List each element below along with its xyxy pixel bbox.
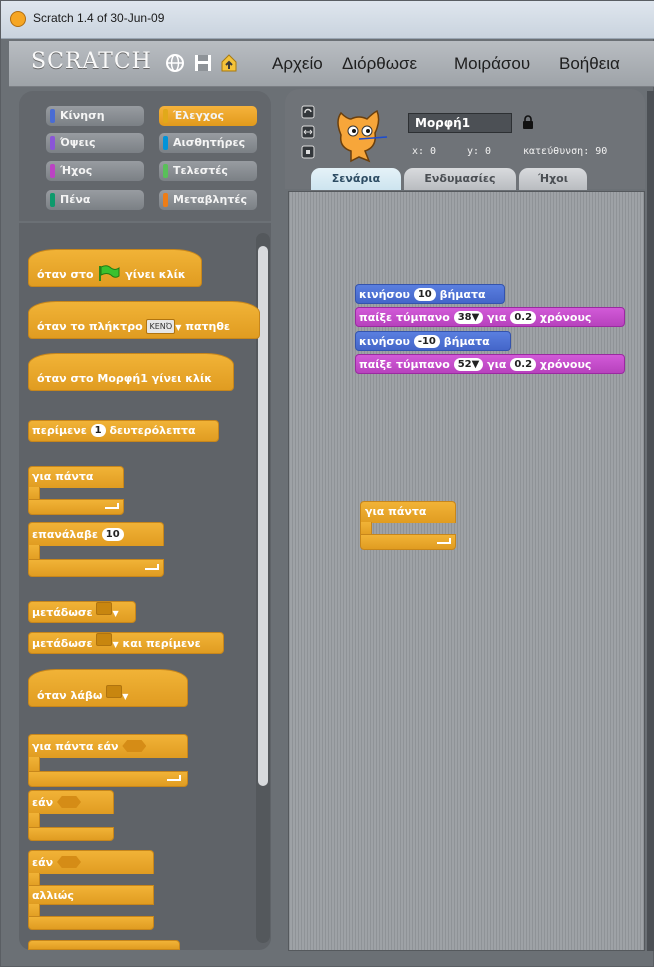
tab-sounds[interactable]: Ήχοι xyxy=(519,168,587,190)
script-forever-block[interactable]: για πάντα xyxy=(360,501,456,523)
sprite-x: x: 0 xyxy=(412,146,437,157)
loop-arrow-icon xyxy=(145,564,159,570)
block-repeat-bottom xyxy=(28,559,164,577)
menu-file[interactable]: Αρχείο xyxy=(272,54,323,74)
move-steps-input[interactable]: 10 xyxy=(413,288,436,301)
category-sound[interactable]: Ήχος xyxy=(46,161,144,181)
block-forever-bottom xyxy=(28,499,124,515)
script-forever-bottom xyxy=(360,534,456,550)
beats-input[interactable]: 0.2 xyxy=(510,311,537,324)
beats-input[interactable]: 0.2 xyxy=(510,358,537,371)
save-icon[interactable] xyxy=(193,53,213,73)
block-wait[interactable]: περίμενε 1 δευτερόλεπτα xyxy=(28,420,219,442)
block-broadcast-and-wait[interactable]: μετάδωσε ▼ και περίμενε xyxy=(28,632,224,654)
category-motion[interactable]: Κίνηση xyxy=(46,106,144,126)
broadcast-wait-dropdown[interactable] xyxy=(96,633,113,646)
repeat-input[interactable]: 10 xyxy=(101,528,124,541)
script-move-block[interactable]: κινήσου -10 βήματα xyxy=(355,331,511,351)
category-pen[interactable]: Πένα xyxy=(46,190,144,210)
block-when-flag-clicked[interactable]: όταν στο γίνει κλίκ xyxy=(28,249,202,287)
category-control[interactable]: Έλεγχος xyxy=(159,106,257,126)
scripts-area[interactable] xyxy=(288,191,645,951)
move-steps-input[interactable]: -10 xyxy=(413,335,440,348)
category-sensing[interactable]: Αισθητήρες xyxy=(159,133,257,153)
sprite-name-field[interactable]: Μορφή1 xyxy=(408,113,512,133)
menu-bar: SCRATCH Αρχείο Διόρθωσε Μοιράσου Βοήθεια xyxy=(9,41,654,87)
green-flag-icon xyxy=(99,265,120,281)
sprite-y: y: 0 xyxy=(467,146,492,157)
globe-icon[interactable] xyxy=(165,53,185,73)
wait-input[interactable]: 1 xyxy=(90,424,106,437)
block-if-bottom xyxy=(28,827,114,841)
loop-arrow-icon xyxy=(105,503,119,509)
category-operators[interactable]: Τελεστές xyxy=(159,161,257,181)
block-partial xyxy=(28,940,180,950)
condition-slot[interactable] xyxy=(57,856,82,868)
category-looks[interactable]: Όψεις xyxy=(46,133,144,153)
sprite-direction: κατεύθυνση: 90 xyxy=(523,146,608,157)
condition-slot[interactable] xyxy=(57,796,82,808)
condition-slot[interactable] xyxy=(122,740,147,752)
stage-edge xyxy=(647,91,654,951)
block-when-key-pressed[interactable]: όταν το πλήκτρο ΚΕΝΌ ▼ πατηθε xyxy=(28,301,260,339)
loop-arrow-icon xyxy=(167,775,181,781)
block-forever-if-bottom xyxy=(28,771,188,787)
drum-select[interactable]: 52▼ xyxy=(453,358,484,371)
category-variables[interactable]: Μεταβλητές xyxy=(159,190,257,210)
script-drum-block[interactable]: παίξε τύμπανο 38▼ για 0.2 χρόνους xyxy=(355,307,625,327)
block-when-receive[interactable]: όταν λάβω ▼ xyxy=(28,669,188,707)
loop-arrow-icon xyxy=(437,538,451,544)
block-forever-if[interactable]: για πάντα εάν xyxy=(28,734,188,758)
rotation-style-icons[interactable] xyxy=(301,105,315,161)
menu-help[interactable]: Βοήθεια xyxy=(559,54,620,74)
block-repeat[interactable]: επανάλαβε 10 xyxy=(28,522,164,546)
scratch-logo: SCRATCH xyxy=(31,49,152,74)
scratch-cat-icon xyxy=(10,11,26,27)
block-when-sprite-clicked[interactable]: όταν στο Μορφή1 γίνει κλίκ xyxy=(28,353,234,391)
title-bar: Scratch 1.4 of 30-Jun-09 xyxy=(1,1,654,39)
block-if[interactable]: εάν xyxy=(28,790,114,814)
block-if-else[interactable]: εάν xyxy=(28,850,154,874)
menu-share[interactable]: Μοιράσου xyxy=(454,54,530,74)
block-else: αλλιώς xyxy=(28,885,154,905)
sprite-thumbnail xyxy=(337,109,388,163)
script-move-block[interactable]: κινήσου 10 βήματα xyxy=(355,284,505,304)
scratch-window: Scratch 1.4 of 30-Jun-09 SCRATCH Αρχείο … xyxy=(0,0,654,967)
block-broadcast[interactable]: μετάδωσε ▼ xyxy=(28,601,136,623)
tab-costumes[interactable]: Ενδυμασίες xyxy=(404,168,516,190)
broadcast-dropdown[interactable] xyxy=(96,602,113,615)
script-drum-block[interactable]: παίξε τύμπανο 52▼ για 0.2 χρόνους xyxy=(355,354,625,374)
menu-edit[interactable]: Διόρθωσε xyxy=(342,54,417,74)
lock-icon[interactable] xyxy=(522,115,534,129)
receive-dropdown[interactable] xyxy=(106,685,123,698)
block-if-else-bottom xyxy=(28,916,154,930)
share-icon[interactable] xyxy=(219,53,239,73)
window-title: Scratch 1.4 of 30-Jun-09 xyxy=(33,11,165,25)
block-forever[interactable]: για πάντα xyxy=(28,466,124,488)
drum-select[interactable]: 38▼ xyxy=(453,311,484,324)
key-dropdown[interactable]: ΚΕΝΌ xyxy=(146,319,176,334)
tab-scripts[interactable]: Σενάρια xyxy=(311,168,401,190)
